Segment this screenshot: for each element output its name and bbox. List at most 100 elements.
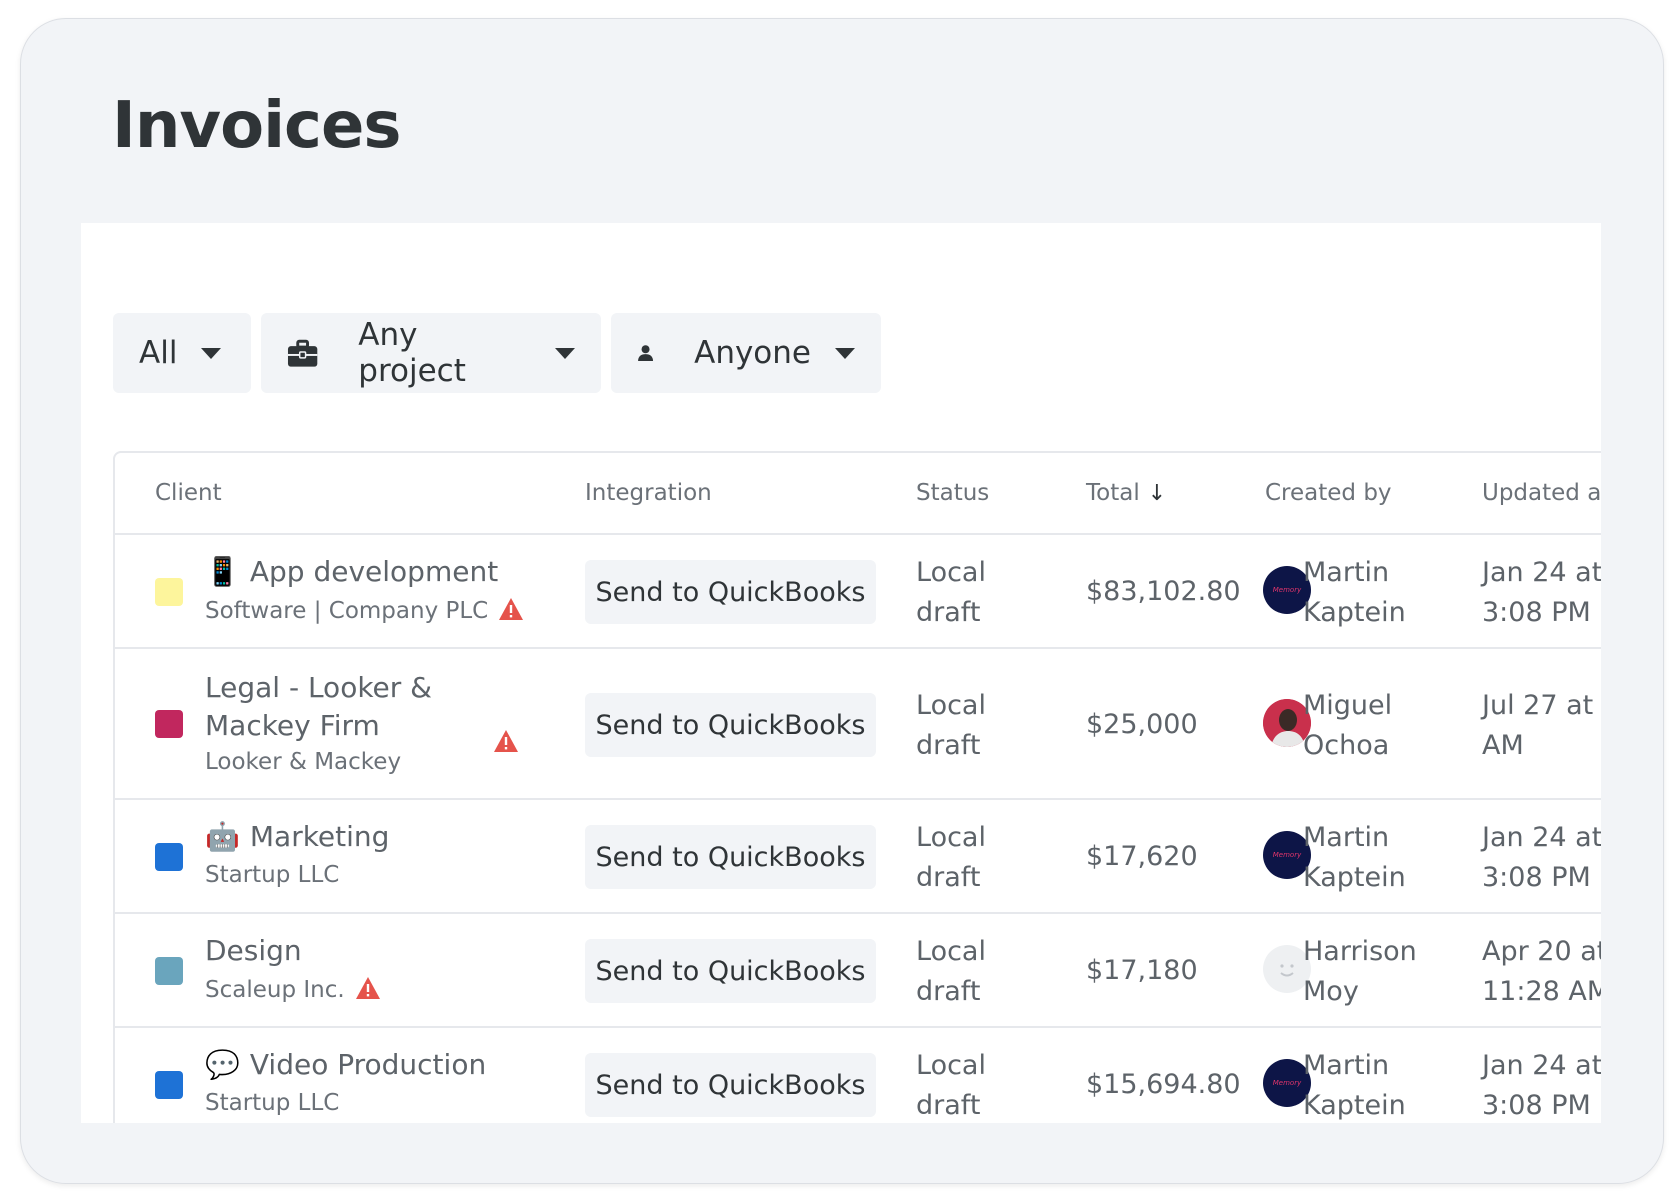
updated-line-1: Jul 27 at 7 [1482,690,1601,721]
creator-first-name: Martin [1303,1050,1390,1081]
mobile-phone-icon: 📱 [205,555,240,588]
column-header-updated-at[interactable]: Updated at [1482,480,1601,506]
client-color-swatch [155,957,183,985]
arrow-down-icon: ↓ [1147,481,1167,506]
person-filter-label: Anyone [694,335,811,371]
creator-last-name: Moy [1303,976,1359,1007]
created-by-cell: Harrison Moy [1303,932,1417,1012]
robot-icon: 🤖 [205,820,240,853]
creator-first-name: Harrison [1303,936,1417,967]
updated-at-cell: Jan 24 at 3:08 PM [1482,1046,1601,1123]
column-header-client[interactable]: Client [155,480,222,506]
person-filter-dropdown[interactable]: Anyone [611,313,881,393]
created-by-cell: Martin Kaptein [1303,553,1406,633]
client-subtitle: Startup LLC [205,862,340,888]
status-line-2: draft [916,1090,981,1121]
status-filter-dropdown[interactable]: All [113,313,251,393]
client-name-line-2: Mackey Firm [205,709,380,742]
status-line-1: Local [916,557,986,588]
client-name: 💬 Video Production [205,1048,486,1081]
client-color-swatch [155,710,183,738]
created-by-cell: Martin Kaptein [1303,818,1406,898]
created-by-cell: Martin Kaptein [1303,1046,1406,1123]
column-header-status[interactable]: Status [916,480,989,506]
user-icon [638,345,654,362]
status-cell: Local draft [916,553,986,633]
send-to-quickbooks-button[interactable]: Send to QuickBooks [585,693,876,757]
table-row[interactable]: Legal - Looker & Mackey Firm Looker & Ma… [115,649,1601,800]
client-name-text: Marketing [249,820,390,853]
column-header-integration[interactable]: Integration [585,480,712,506]
avatar-text: Memory [1272,1079,1302,1087]
project-filter-dropdown[interactable]: Any project [261,313,601,393]
send-to-quickbooks-button[interactable]: Send to QuickBooks [585,825,876,889]
table-row[interactable]: 🤖 Marketing Startup LLC Send to QuickBook… [115,800,1601,914]
client-name-text: App development [249,555,499,588]
table-row[interactable]: 📱 App development Software | Company PLC … [115,535,1601,649]
updated-at-cell: Jan 24 at 3:08 PM [1482,818,1601,898]
page-title: Invoices [112,89,401,163]
total-cell: $17,180 [1086,955,1198,986]
project-filter-label: Any project [358,317,466,389]
updated-line-2: 11:28 AM [1482,976,1601,1007]
filter-bar: All Any project Anyone [113,313,881,393]
client-name: Design [205,934,302,967]
send-to-quickbooks-button[interactable]: Send to QuickBooks [585,1053,876,1117]
creator-last-name: Kaptein [1303,862,1406,893]
client-name-line-1: Legal - Looker & [205,671,433,704]
creator-last-name: Kaptein [1303,597,1406,628]
app-window: Invoices All Any project Anyone Client I… [20,18,1664,1184]
status-line-1: Local [916,936,986,967]
client-subtitle-text: Scaleup Inc. [205,977,345,1003]
table-row[interactable]: 💬 Video Production Startup LLC Send to Qu… [115,1028,1601,1123]
status-line-2: draft [916,597,981,628]
avatar-text: Memory [1272,851,1302,859]
caret-down-icon [555,347,575,359]
creator-last-name: Ochoa [1303,730,1390,761]
client-color-swatch [155,1071,183,1099]
client-name: 📱 App development [205,555,498,588]
briefcase-icon [287,339,318,367]
updated-line-1: Apr 20 at [1482,936,1601,967]
client-color-swatch [155,578,183,606]
client-name-text: Video Production [249,1048,487,1081]
warning-icon [355,977,380,999]
table-row[interactable]: Design Scaleup Inc. Send to QuickBooks L… [115,914,1601,1028]
send-to-quickbooks-button[interactable]: Send to QuickBooks [585,560,876,624]
creator-last-name: Kaptein [1303,1090,1406,1121]
column-header-created-by[interactable]: Created by [1265,480,1392,506]
table-header: Client Integration Status Total ↓ Created… [115,453,1601,535]
status-line-2: draft [916,730,981,761]
column-header-total-label: Total [1086,480,1140,506]
total-cell: $17,620 [1086,841,1198,872]
updated-line-1: Jan 24 at [1482,1050,1601,1081]
status-line-1: Local [916,1050,986,1081]
warning-icon [499,598,524,620]
column-header-total[interactable]: Total ↓ [1086,480,1166,506]
warning-icon [494,730,518,752]
status-line-2: draft [916,862,981,893]
status-line-2: draft [916,976,981,1007]
invoices-table: Client Integration Status Total ↓ Created… [113,451,1601,1123]
updated-line-1: Jan 24 at [1482,822,1601,853]
caret-down-icon [835,347,855,359]
updated-line-2: AM [1482,730,1524,761]
status-line-1: Local [916,822,986,853]
creator-first-name: Miguel [1303,690,1393,721]
updated-line-2: 3:08 PM [1482,597,1591,628]
client-subtitle: Scaleup Inc. [205,976,381,1003]
client-subtitle-text: Software | Company PLC [205,598,489,624]
updated-at-cell: Jul 27 at 7 AM [1482,686,1601,766]
avatar-text: Memory [1272,586,1302,594]
updated-at-cell: Jan 24 at 3:08 PM [1482,553,1601,633]
total-cell: $15,694.80 [1086,1069,1241,1100]
client-color-swatch [155,843,183,871]
send-to-quickbooks-button[interactable]: Send to QuickBooks [585,939,876,1003]
speech-bubble-icon: 💬 [205,1048,240,1081]
status-cell: Local draft [916,686,986,766]
updated-line-2: 3:08 PM [1482,862,1591,893]
status-cell: Local draft [916,1046,986,1123]
status-cell: Local draft [916,818,986,898]
client-subtitle: Software | Company PLC [205,597,524,624]
invoices-card: All Any project Anyone Client Integratio… [81,223,1601,1123]
